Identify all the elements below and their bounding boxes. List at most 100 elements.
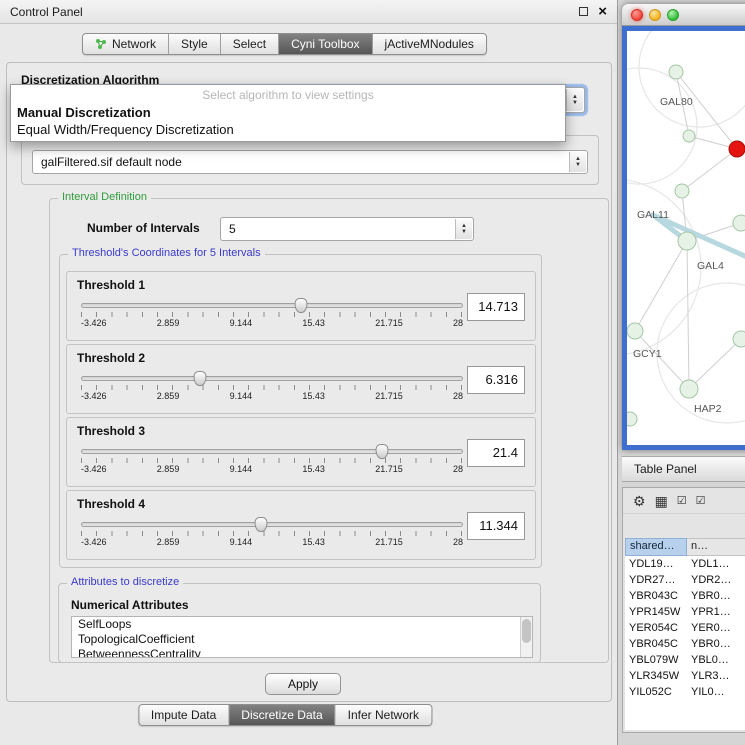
minimize-traffic-light-icon[interactable] [649,9,661,21]
threshold-1-slider[interactable]: -3.4262.8599.14415.4321.71528 [81,303,463,328]
attributes-group-title: Attributes to discretize [67,576,183,588]
columns-icon[interactable]: ▦ [655,494,668,508]
table-cell: YER054C [625,620,687,636]
tab-style[interactable]: Style [169,34,221,54]
numerical-attributes-list[interactable]: SelfLoopsTopologicalCoefficientBetweenne… [71,616,533,658]
select-check-1-icon[interactable]: ☑ [677,494,687,508]
network-node[interactable] [675,184,689,198]
slider-thumb[interactable] [376,444,389,459]
list-scrollbar[interactable] [520,617,532,657]
tab-infer-network[interactable]: Infer Network [336,705,431,725]
threshold-1-label: Threshold 1 [77,278,145,292]
table-row[interactable]: YLR345WYLR3… [625,668,745,684]
network-node[interactable] [627,412,637,426]
tick-label: 15.43 [302,537,325,547]
tab-select[interactable]: Select [221,34,279,54]
network-node[interactable] [678,232,696,250]
threshold-3-value[interactable]: 21.4 [467,439,525,467]
table-data-combobox[interactable]: galFiltered.sif default node ▲▼ [32,150,588,174]
close-traffic-light-icon[interactable] [631,9,643,21]
scrollbar-thumb[interactable] [522,619,531,643]
tab-network[interactable]: Network [83,34,169,54]
tick-label: 9.144 [230,537,253,547]
tab-cyni-toolbox[interactable]: Cyni Toolbox [279,34,372,54]
network-edge[interactable] [682,149,737,191]
list-item[interactable]: BetweennessCentrality [72,647,532,658]
combo-stepper-icon[interactable]: ▲▼ [569,152,586,172]
table-cell: YDL1… [687,556,745,572]
threshold-2-value[interactable]: 6.316 [467,366,525,394]
slider-thumb[interactable] [193,371,206,386]
list-item[interactable]: TopologicalCoefficient [72,632,532,647]
control-panel-titlebar: Control Panel × [0,0,617,24]
table-row[interactable]: YBR043CYBR0… [625,588,745,604]
algorithm-option-manual[interactable]: Manual Discretization [11,104,565,121]
network-canvas[interactable]: GAL80GAL11GAL4GCY1HAP2 [627,31,745,445]
threshold-3-slider[interactable]: -3.4262.8599.14415.4321.71528 [81,449,463,474]
column-header-name[interactable]: n… [687,538,745,556]
network-node[interactable] [627,323,643,339]
table-row[interactable]: YDL19…YDL1… [625,556,745,572]
slider-track[interactable] [81,303,463,308]
network-node[interactable] [680,380,698,398]
tick-label: 21.715 [375,318,403,328]
float-window-icon[interactable] [579,7,588,16]
network-node[interactable] [733,215,745,231]
table-row[interactable]: YIL052CYIL0… [625,684,745,700]
network-node[interactable] [729,141,745,157]
slider-track[interactable] [81,522,463,527]
tick-label: 9.144 [230,464,253,474]
screenshot-root: Control Panel × Network Style Select Cyn… [0,0,745,745]
tab-label: Style [181,37,208,51]
cyni-panel: Discretization Algorithm ▲▼ Table Data g… [6,62,612,702]
algorithm-option-equal-width[interactable]: Equal Width/Frequency Discretization [11,121,565,138]
table-row[interactable]: YBR045CYBR0… [625,636,745,652]
slider-thumb[interactable] [254,517,267,532]
threshold-2-slider[interactable]: -3.4262.8599.14415.4321.71528 [81,376,463,401]
tick-label: 21.715 [375,391,403,401]
tick-label: 28 [453,318,463,328]
select-check-2-icon[interactable]: ☑ [696,494,706,508]
combo-stepper-icon[interactable]: ▲▼ [455,219,472,239]
slider-thumb[interactable] [295,298,308,313]
tab-label: Discretize Data [241,708,322,722]
settings-icon[interactable]: ⚙ [633,494,646,508]
number-of-intervals-combobox[interactable]: 5 ▲▼ [220,217,474,241]
slider-ticks [81,458,463,463]
threshold-4-value[interactable]: 11.344 [467,512,525,540]
top-tabstrip: Network Style Select Cyni Toolbox jActiv… [82,33,487,55]
combo-stepper-icon[interactable]: ▲▼ [566,89,583,111]
table-cell: YLR3… [687,668,745,684]
tab-discretize-data[interactable]: Discretize Data [229,705,335,725]
table-row[interactable]: YBL079WYBL0… [625,652,745,668]
table-row[interactable]: YPR145WYPR1… [625,604,745,620]
slider-tick-labels: -3.4262.8599.14415.4321.71528 [81,318,463,328]
table-row[interactable]: YDR27…YDR2… [625,572,745,588]
slider-track[interactable] [81,449,463,454]
tab-jactivemnodules[interactable]: jActiveMNodules [373,34,486,54]
tab-label: jActiveMNodules [385,37,474,51]
window-title: Control Panel [10,5,83,19]
table-row[interactable]: YER054CYER0… [625,620,745,636]
tick-label: -3.426 [81,464,107,474]
network-node[interactable] [669,65,683,79]
apply-button[interactable]: Apply [265,673,341,695]
network-node[interactable] [683,130,695,142]
node-label: GAL4 [697,260,724,272]
column-header-shared-name[interactable]: shared… [625,538,687,556]
table-cell: YER0… [687,620,745,636]
network-node[interactable] [733,331,745,347]
slider-track[interactable] [81,376,463,381]
threshold-4-slider[interactable]: -3.4262.8599.14415.4321.71528 [81,522,463,547]
close-icon[interactable]: × [598,7,607,17]
network-edge[interactable] [689,339,741,389]
tick-label: 9.144 [230,391,253,401]
tab-impute-data[interactable]: Impute Data [139,705,229,725]
threshold-1-value[interactable]: 14.713 [467,293,525,321]
list-item[interactable]: SelfLoops [72,617,532,632]
network-edge[interactable] [635,241,687,331]
curved-edge [657,283,745,423]
zoom-traffic-light-icon[interactable] [667,9,679,21]
tab-label: Infer Network [348,708,419,722]
tick-label: 28 [453,464,463,474]
